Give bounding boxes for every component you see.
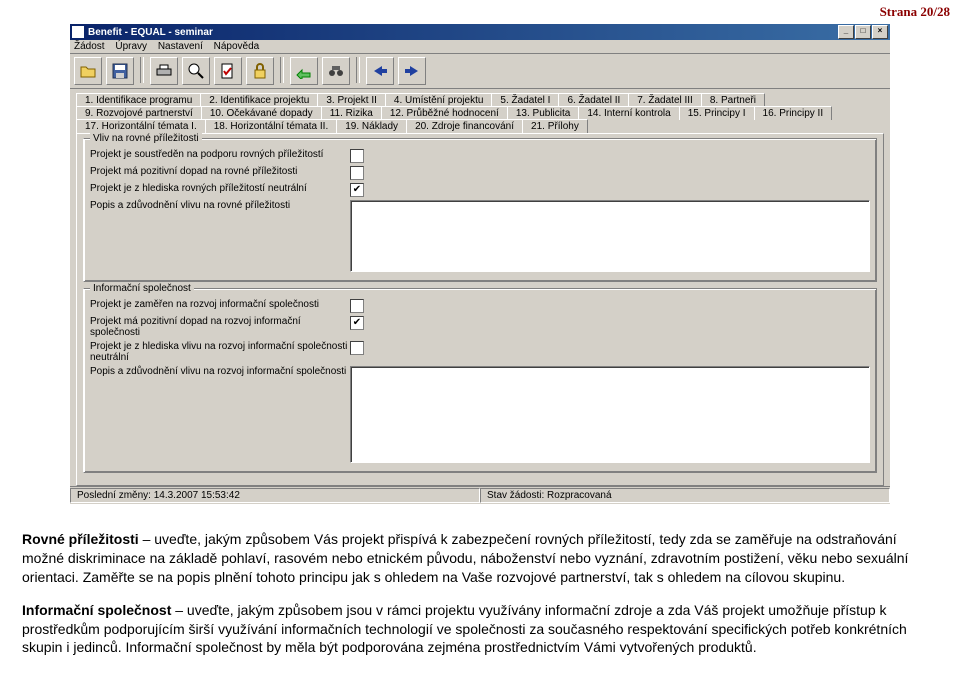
tab-11[interactable]: 11. Rizika [321, 106, 382, 120]
label-is-neutralni: Projekt je z hlediska vlivu na rozvoj in… [90, 341, 350, 363]
tab-1[interactable]: 1. Identifikace programu [76, 93, 201, 107]
page-number: Strana 20/28 [0, 0, 960, 24]
textarea-is-popis[interactable] [350, 366, 870, 463]
toolbar-search-button[interactable] [322, 57, 350, 85]
tabs-row3: 17. Horizontální témata I. 18. Horizontá… [76, 120, 884, 133]
instruction-heading-rp: Rovné příležitosti [22, 531, 139, 547]
magnify-icon [188, 63, 204, 79]
tab-16[interactable]: 16. Principy II [754, 106, 833, 120]
tab-3[interactable]: 3. Projekt II [317, 93, 386, 107]
toolbar-forward-button[interactable] [398, 57, 426, 85]
close-button[interactable]: × [872, 25, 888, 39]
checkbox-is-neutralni[interactable] [350, 341, 364, 355]
folder-icon [80, 64, 96, 78]
titlebar: Benefit - EQUAL - seminar _ □ × [70, 24, 890, 40]
app-window: Benefit - EQUAL - seminar _ □ × Žádost Ú… [70, 24, 890, 504]
tab-8[interactable]: 8. Partneři [701, 93, 765, 107]
label-is-zameren: Projekt je zaměřen na rozvoj informační … [90, 299, 350, 310]
toolbar-lock-button[interactable] [246, 57, 274, 85]
toolbar-preview-button[interactable] [182, 57, 210, 85]
window-title: Benefit - EQUAL - seminar [88, 27, 838, 38]
tab-5[interactable]: 5. Žadatel I [491, 93, 559, 107]
status-state: Stav žádosti: Rozpracovaná [480, 488, 890, 503]
statusbar: Poslední změny: 14.3.2007 15:53:42 Stav … [70, 486, 890, 504]
tab-6[interactable]: 6. Žadatel II [558, 93, 629, 107]
app-icon [72, 26, 84, 38]
menu-napoveda[interactable]: Nápověda [214, 41, 260, 52]
tab-7[interactable]: 7. Žadatel III [628, 93, 702, 107]
status-last-change: Poslední změny: 14.3.2007 15:53:42 [70, 488, 480, 503]
textarea-rp-popis[interactable] [350, 200, 870, 272]
tab-2[interactable]: 2. Identifikace projektu [200, 93, 318, 107]
menu-nastaveni[interactable]: Nastavení [158, 41, 203, 52]
toolbar-separator [356, 57, 360, 83]
checkbox-rp-soustredeni[interactable] [350, 149, 364, 163]
toolbar-separator [280, 57, 284, 83]
toolbar [70, 54, 890, 89]
label-is-popis: Popis a zdůvodnění vlivu na rozvoj infor… [90, 366, 350, 377]
group-legend: Informační společnost [90, 283, 194, 294]
checkbox-is-zameren[interactable] [350, 299, 364, 313]
minimize-button[interactable]: _ [838, 25, 854, 39]
document-check-icon [221, 63, 235, 79]
floppy-icon [112, 63, 128, 79]
toolbar-print-button[interactable] [150, 57, 178, 85]
tab-21[interactable]: 21. Přílohy [522, 119, 588, 133]
tab-4[interactable]: 4. Umístění projektu [385, 93, 492, 107]
instruction-paragraphs: Rovné příležitosti – uveďte, jakým způso… [0, 504, 960, 679]
toolbar-separator [140, 57, 144, 83]
menubar: Žádost Úpravy Nastavení Nápověda [70, 40, 890, 54]
instruction-heading-is: Informační společnost [22, 602, 171, 618]
instruction-text-rp: – uveďte, jakým způsobem Vás projekt při… [22, 531, 908, 585]
arrow-left-icon [372, 65, 388, 77]
toolbar-save-button[interactable] [106, 57, 134, 85]
toolbar-folder-button[interactable] [74, 57, 102, 85]
label-rp-popis: Popis a zdůvodnění vlivu na rovné přílež… [90, 200, 350, 211]
toolbar-back-button[interactable] [366, 57, 394, 85]
tab-panel-18: Vliv na rovné příležitosti Projekt je so… [76, 133, 884, 486]
label-rp-neutralni: Projekt je z hlediska rovných příležitos… [90, 183, 350, 194]
tab-17[interactable]: 17. Horizontální témata I. [76, 119, 206, 133]
groupbox-rovne-prilezitosti: Vliv na rovné příležitosti Projekt je so… [83, 138, 877, 282]
import-icon [296, 63, 312, 79]
group-legend: Vliv na rovné příležitosti [90, 133, 202, 144]
tabs-row1: 1. Identifikace programu 2. Identifikace… [76, 93, 884, 107]
tab-14[interactable]: 14. Interní kontrola [578, 106, 679, 120]
checkbox-rp-pozitivni[interactable] [350, 166, 364, 180]
tab-20[interactable]: 20. Zdroje financování [406, 119, 523, 133]
maximize-button[interactable]: □ [855, 25, 871, 39]
toolbar-import-button[interactable] [290, 57, 318, 85]
menu-upravy[interactable]: Úpravy [115, 41, 147, 52]
groupbox-informacni-spolecnost: Informační společnost Projekt je zaměřen… [83, 288, 877, 473]
binoculars-icon [328, 64, 344, 78]
lock-icon [253, 63, 267, 79]
checkbox-rp-neutralni[interactable]: ✔ [350, 183, 364, 197]
tab-10[interactable]: 10. Očekávané dopady [201, 106, 322, 120]
arrow-right-icon [404, 65, 420, 77]
label-is-pozitivni: Projekt má pozitivní dopad na rozvoj inf… [90, 316, 350, 338]
printer-icon [156, 64, 172, 78]
label-rp-soustredeni: Projekt je soustředěn na podporu rovných… [90, 149, 350, 160]
tab-19[interactable]: 19. Náklady [336, 119, 407, 133]
tab-15[interactable]: 15. Principy I [679, 106, 755, 120]
toolbar-check-button[interactable] [214, 57, 242, 85]
checkbox-is-pozitivni[interactable]: ✔ [350, 316, 364, 330]
label-rp-pozitivni: Projekt má pozitivní dopad na rovné příl… [90, 166, 350, 177]
tab-18[interactable]: 18. Horizontální témata II. [205, 119, 338, 133]
tab-9[interactable]: 9. Rozvojové partnerství [76, 106, 202, 120]
tab-12[interactable]: 12. Průběžné hodnocení [381, 106, 508, 120]
menu-zadost[interactable]: Žádost [74, 41, 105, 52]
tab-13[interactable]: 13. Publicita [507, 106, 579, 120]
